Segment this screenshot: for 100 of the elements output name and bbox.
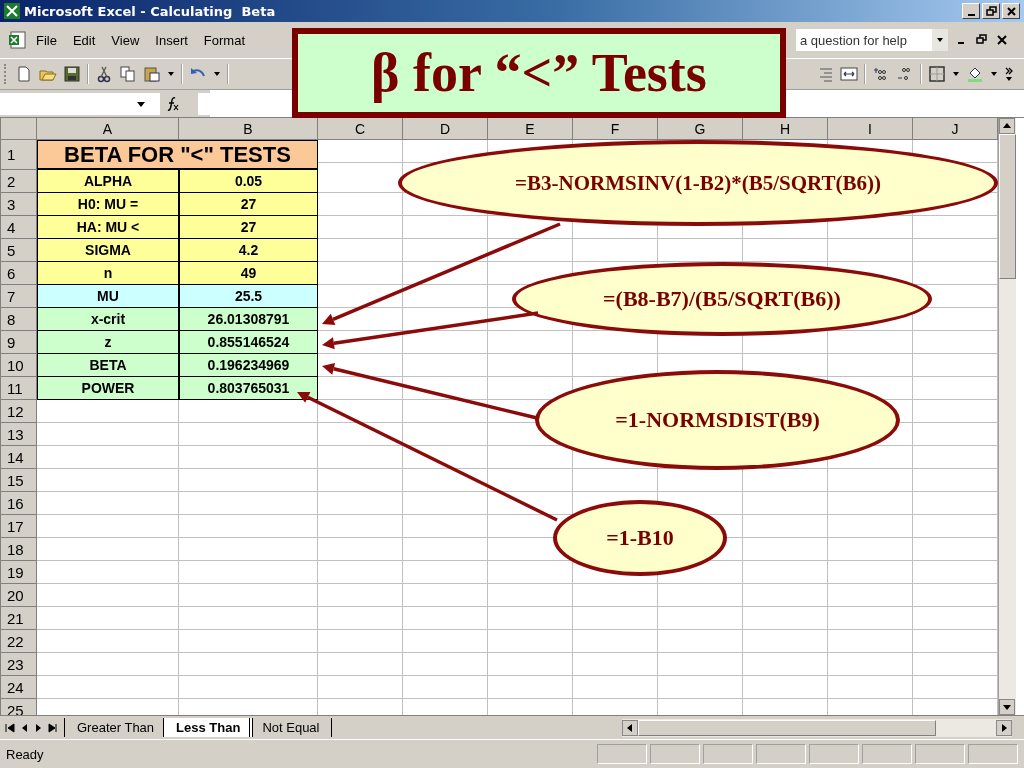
column-header[interactable]: B	[179, 118, 318, 140]
row-header[interactable]: 17	[1, 515, 37, 538]
row-header[interactable]: 9	[1, 331, 37, 354]
table-cell: z	[37, 331, 179, 354]
row-header[interactable]: 25	[1, 699, 37, 715]
table-cell: 25.5	[179, 285, 318, 308]
window-title: Microsoft Excel - Calculating Beta	[24, 3, 276, 19]
row-header[interactable]: 11	[1, 377, 37, 400]
menu-item[interactable]: File	[28, 30, 65, 50]
column-header[interactable]: F	[573, 118, 658, 140]
scroll-thumb[interactable]	[999, 134, 1016, 279]
scroll-up-icon[interactable]	[999, 118, 1015, 134]
scroll-left-icon[interactable]	[622, 719, 638, 736]
table-cell: n	[37, 262, 179, 285]
row-header[interactable]: 23	[1, 653, 37, 676]
row-header[interactable]: 10	[1, 354, 37, 377]
row-header[interactable]: 15	[1, 469, 37, 492]
table-cell: SIGMA	[37, 239, 179, 262]
column-header[interactable]: J	[913, 118, 998, 140]
column-header[interactable]: I	[828, 118, 913, 140]
scissors-icon[interactable]	[95, 65, 113, 83]
table-cell: 27	[179, 193, 318, 216]
row-header[interactable]: 13	[1, 423, 37, 446]
status-panel	[756, 744, 806, 764]
workbook-icon[interactable]	[8, 30, 28, 50]
dropdown-button[interactable]	[932, 29, 948, 51]
table-cell: ALPHA	[37, 170, 179, 193]
row-header[interactable]: 16	[1, 492, 37, 515]
help-search-field[interactable]: a question for help	[796, 29, 932, 51]
new-document-icon[interactable]	[15, 65, 33, 83]
row-header[interactable]: 7	[1, 285, 37, 308]
row-header[interactable]: 8	[1, 308, 37, 331]
row-header[interactable]: 24	[1, 676, 37, 699]
scroll-right-icon[interactable]	[996, 719, 1012, 736]
minimize-button[interactable]	[962, 3, 980, 19]
menu-item[interactable]: View	[103, 30, 148, 50]
menu-item[interactable]: Insert	[147, 30, 196, 50]
row-header[interactable]: 6	[1, 262, 37, 285]
column-header[interactable]: C	[318, 118, 403, 140]
status-text: Ready	[6, 746, 44, 762]
row-header[interactable]: 4	[1, 216, 37, 239]
table-cell: MU	[37, 285, 179, 308]
last-sheet-icon[interactable]	[46, 720, 58, 735]
row-header[interactable]: 3	[1, 193, 37, 216]
scroll-thumb[interactable]	[638, 719, 936, 736]
borders-icon[interactable]	[928, 65, 946, 83]
row-header[interactable]: 1	[1, 140, 37, 170]
merge-cells-icon[interactable]	[840, 65, 858, 83]
status-panel	[968, 744, 1018, 764]
scroll-down-icon[interactable]	[999, 699, 1015, 715]
overflow-chevron-icon[interactable]	[1004, 66, 1014, 82]
table-cell: 27	[179, 216, 318, 239]
row-header[interactable]: 19	[1, 561, 37, 584]
fill-color-icon[interactable]	[966, 65, 984, 83]
column-header[interactable]: E	[488, 118, 573, 140]
column-header[interactable]: D	[403, 118, 488, 140]
sheet-tab[interactable]: Less Than	[163, 718, 254, 737]
close-icon	[1004, 4, 1018, 18]
restore-icon[interactable]	[976, 34, 988, 46]
restore-icon	[984, 4, 998, 18]
table-cell: BETA	[37, 354, 179, 377]
table-cell: POWER	[37, 377, 179, 400]
status-panel	[862, 744, 912, 764]
table-cell: H0: MU =	[37, 193, 179, 216]
row-header[interactable]: 21	[1, 607, 37, 630]
table-cell: 0.05	[179, 170, 318, 193]
copy-icon[interactable]	[119, 65, 137, 83]
menu-item[interactable]: Edit	[64, 30, 104, 50]
column-header[interactable]: G	[658, 118, 743, 140]
first-sheet-icon[interactable]	[4, 720, 16, 735]
row-header[interactable]: 14	[1, 446, 37, 469]
row-header[interactable]: 2	[1, 170, 37, 193]
save-icon[interactable]	[63, 65, 81, 83]
column-header[interactable]: A	[37, 118, 179, 140]
slide-title: β for “<” Tests	[292, 28, 786, 118]
sheet-tab[interactable]: Not Equal	[249, 718, 333, 737]
close-button[interactable]	[1002, 3, 1020, 19]
table-cell: 4.2	[179, 239, 318, 262]
column-header[interactable]: H	[743, 118, 828, 140]
table-cell: BETA FOR "<" TESTS	[37, 140, 318, 170]
horizontal-scrollbar[interactable]	[622, 718, 1012, 737]
table-cell: 26.01308791	[179, 308, 318, 331]
restore-button[interactable]	[982, 3, 1000, 19]
row-header[interactable]: 22	[1, 630, 37, 653]
table-cell: x-crit	[37, 308, 179, 331]
row-header[interactable]: 5	[1, 239, 37, 262]
status-panel	[703, 744, 753, 764]
select-all-button[interactable]	[1, 118, 37, 140]
menu-item[interactable]: Format	[195, 30, 253, 50]
row-header[interactable]: 12	[1, 400, 37, 423]
paste-icon[interactable]	[143, 65, 161, 83]
status-panel	[597, 744, 647, 764]
close-icon[interactable]	[996, 34, 1008, 46]
status-panel	[915, 744, 965, 764]
vertical-scrollbar[interactable]	[998, 118, 1016, 715]
row-header[interactable]: 20	[1, 584, 37, 607]
row-header[interactable]: 18	[1, 538, 37, 561]
status-panel	[809, 744, 859, 764]
table-cell: HA: MU <	[37, 216, 179, 239]
table-cell: 0.196234969	[179, 354, 318, 377]
